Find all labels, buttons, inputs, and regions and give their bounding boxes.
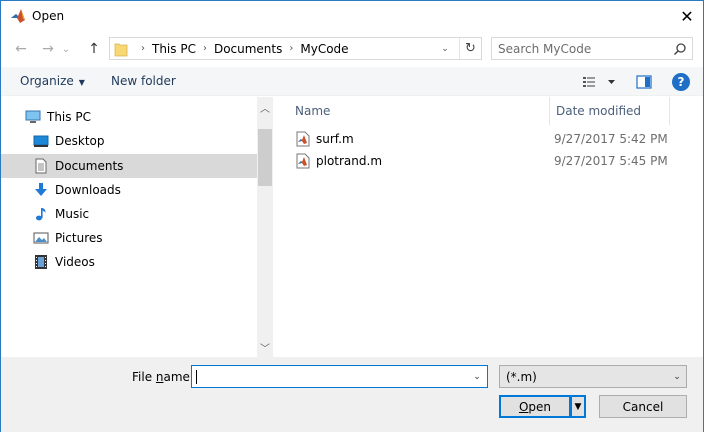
- file-name-label-part: ame:: [163, 370, 194, 384]
- navigation-scrollbar[interactable]: ︿ ﹀: [257, 97, 273, 357]
- window-title: Open: [32, 9, 65, 23]
- file-type-select[interactable]: (*.m) ⌄: [499, 365, 687, 388]
- pictures-icon: [33, 232, 49, 244]
- sidebar-item-label: Music: [55, 207, 90, 221]
- matlab-file-icon: [296, 131, 310, 147]
- search-placeholder: Search MyCode: [498, 42, 592, 56]
- dialog-footer: File name: ⌄ (*.m) ⌄ Open ▼ Cancel: [1, 357, 703, 432]
- preview-pane-icon[interactable]: [636, 75, 652, 89]
- breadcrumb-documents[interactable]: Documents: [214, 42, 282, 56]
- close-button[interactable]: ✕: [671, 1, 703, 32]
- sidebar-item-pictures[interactable]: Pictures: [1, 226, 257, 250]
- file-name: surf.m: [316, 132, 354, 146]
- chevron-down-icon: ⌄: [441, 43, 449, 54]
- refresh-button[interactable]: ↻: [459, 38, 481, 59]
- up-button[interactable]: ↑: [83, 40, 105, 58]
- refresh-icon: ↻: [465, 41, 476, 56]
- open-label: pen: [528, 399, 552, 414]
- matlab-logo-icon: [11, 9, 25, 23]
- close-icon: ✕: [680, 7, 694, 26]
- videos-icon: [35, 255, 47, 269]
- column-divider[interactable]: [549, 97, 550, 125]
- column-header-date-modified[interactable]: Date modified: [556, 97, 641, 125]
- sidebar-item-label: Videos: [55, 255, 95, 269]
- breadcrumb-separator: ›: [141, 43, 145, 54]
- breadcrumb-separator: ›: [202, 43, 207, 54]
- command-bar: Organize ▼ New folder ?: [1, 67, 703, 96]
- table-row[interactable]: surf.m 9/27/2017 5:42 PM: [295, 129, 695, 149]
- forward-arrow-icon: →: [42, 41, 54, 57]
- sidebar-item-label: Pictures: [55, 231, 103, 245]
- title-bar: Open ✕: [1, 1, 703, 32]
- desktop-icon: [33, 135, 49, 147]
- breadcrumb-this-pc[interactable]: This PC: [152, 42, 196, 56]
- open-button[interactable]: Open: [499, 395, 571, 418]
- downloads-icon: [35, 183, 47, 196]
- chevron-down-icon: ⌄: [61, 43, 71, 55]
- file-date-modified: 9/27/2017 5:45 PM: [554, 154, 668, 168]
- file-name-label-part: File: [132, 370, 156, 384]
- sidebar-item-label: Documents: [55, 159, 124, 173]
- open-options-button[interactable]: ▼: [571, 395, 586, 418]
- sidebar-item-documents[interactable]: Documents: [1, 154, 257, 178]
- chevron-down-icon: ⌄: [473, 371, 481, 382]
- change-view-icon[interactable]: [582, 75, 616, 89]
- this-pc-icon: [25, 110, 41, 123]
- matlab-file-icon: [296, 153, 310, 169]
- help-button[interactable]: ?: [672, 73, 690, 91]
- search-box[interactable]: Search MyCode: [491, 37, 693, 60]
- file-date-modified: 9/27/2017 5:42 PM: [554, 132, 668, 146]
- file-name: plotrand.m: [316, 154, 383, 168]
- sidebar-item-label: This PC: [47, 110, 91, 124]
- organize-button[interactable]: Organize ▼: [20, 74, 85, 88]
- breadcrumb-separator: ›: [289, 43, 294, 54]
- sidebar-item-this-pc[interactable]: This PC: [1, 105, 257, 129]
- file-list: Name Date modified surf.m 9/27/2017 5:42…: [273, 97, 703, 357]
- address-dropdown-button[interactable]: ⌄: [437, 38, 453, 59]
- caret-down-icon: ▼: [574, 401, 582, 412]
- sidebar-item-downloads[interactable]: Downloads: [1, 178, 257, 202]
- file-type-value: (*.m): [506, 370, 537, 384]
- table-row[interactable]: plotrand.m 9/27/2017 5:45 PM: [295, 151, 695, 171]
- folder-icon: [114, 43, 128, 57]
- breadcrumb: › This PC › Documents › MyCode: [134, 38, 349, 59]
- sidebar-item-label: Desktop: [55, 134, 105, 148]
- column-header-name[interactable]: Name: [295, 97, 330, 125]
- file-name-label-accelerator: n: [155, 370, 164, 384]
- cancel-button[interactable]: Cancel: [599, 395, 687, 418]
- sidebar-item-music[interactable]: Music: [1, 202, 257, 226]
- file-name-input[interactable]: ⌄: [191, 365, 488, 388]
- file-name-label: File name:: [132, 370, 194, 384]
- back-arrow-icon: ←: [15, 41, 27, 57]
- scroll-up-icon[interactable]: ︿: [257, 99, 273, 115]
- forward-button[interactable]: →: [37, 40, 59, 58]
- scrollbar-thumb[interactable]: [258, 129, 272, 186]
- chevron-down-glyph: ⌄: [673, 371, 681, 382]
- organize-label: Organize: [20, 74, 74, 88]
- open-label-accelerator: O: [518, 399, 529, 414]
- sidebar-item-videos[interactable]: Videos: [1, 250, 257, 274]
- column-divider[interactable]: [669, 97, 670, 125]
- sidebar-item-label: Downloads: [55, 183, 121, 197]
- recent-locations-button[interactable]: ⌄: [59, 40, 73, 58]
- search-icon: [673, 43, 686, 56]
- open-dialog: Open ✕ ← → ⌄ ↑ › This PC › Documents › M…: [0, 0, 704, 432]
- sidebar-item-desktop[interactable]: Desktop: [1, 129, 257, 153]
- caret-down-icon: ▼: [78, 78, 85, 87]
- back-button[interactable]: ←: [10, 40, 32, 58]
- text-caret: [196, 370, 197, 384]
- scroll-down-icon[interactable]: ﹀: [257, 339, 273, 355]
- file-name-dropdown-button[interactable]: ⌄: [467, 366, 487, 387]
- address-bar[interactable]: › This PC › Documents › MyCode ⌄ ↻: [109, 37, 482, 60]
- documents-icon: [35, 158, 47, 174]
- navigation-pane: This PC Desktop Documents Downloads Musi…: [1, 97, 273, 357]
- chevron-down-icon: ⌄: [668, 366, 686, 387]
- breadcrumb-mycode[interactable]: MyCode: [300, 42, 348, 56]
- up-arrow-icon: ↑: [88, 41, 100, 57]
- new-folder-button[interactable]: New folder: [111, 74, 176, 88]
- music-icon: [36, 208, 46, 221]
